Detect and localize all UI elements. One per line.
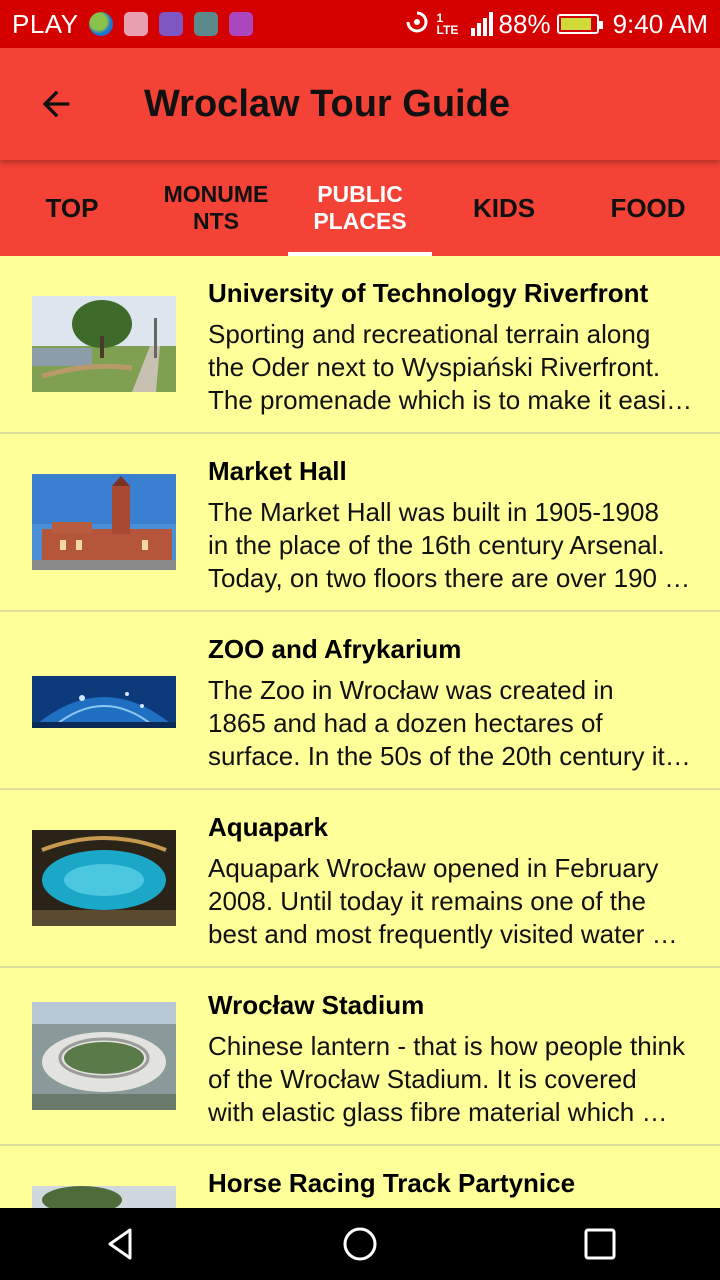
aquapark-pool-image <box>32 830 176 926</box>
list-item[interactable]: University of Technology Riverfront Spor… <box>0 256 720 434</box>
signal-strength-icon <box>470 12 493 36</box>
description-line: the Oder next to Wyspiański Riverfront. <box>208 352 661 382</box>
description-line: 1865 and had a dozen hectares of <box>208 708 603 738</box>
network-type-label: 1 LTE <box>436 11 459 37</box>
nav-back-button[interactable] <box>60 1208 180 1280</box>
globe-icon <box>88 12 113 36</box>
description-line: 2008. Until today it remains one of the <box>208 886 646 916</box>
description-line: The Market Hall was built in 1905-1908 <box>208 497 659 527</box>
back-button[interactable] <box>0 48 112 160</box>
place-description: Chinese lantern - that is how people thi… <box>208 1030 720 1129</box>
carrier-name: PLAY <box>12 8 79 39</box>
place-title: Horse Racing Track Partynice <box>208 1168 576 1198</box>
description-line: of the Wrocław Stadium. It is covered <box>208 1064 637 1094</box>
place-description: Aquapark Wrocław opened in February 2008… <box>208 852 720 951</box>
nav-home-button[interactable] <box>300 1208 420 1280</box>
tab-label: FOOD <box>610 192 686 223</box>
description-line: Sporting and recreational terrain along <box>208 319 651 349</box>
place-description: Sporting and recreational terrain along … <box>208 318 720 417</box>
racing-track-image <box>32 1186 176 1208</box>
list-item[interactable]: ZOO and Afrykarium The Zoo in Wrocław wa… <box>0 612 720 790</box>
aquarium-tunnel-image <box>32 676 176 728</box>
description-line: Chinese lantern - that is how people thi… <box>208 1031 685 1061</box>
tab-monuments[interactable]: MONUMENTS <box>144 160 288 256</box>
tab-kids[interactable]: KIDS <box>432 160 576 256</box>
tab-label: MONUMENTS <box>163 181 269 234</box>
tab-top[interactable]: TOP <box>0 160 144 256</box>
place-title: Aquapark <box>208 812 328 842</box>
list-item[interactable]: Aquapark Aquapark Wrocław opened in Febr… <box>0 790 720 968</box>
description-line: in the place of the 16th century Arsenal… <box>208 530 665 560</box>
place-title: ZOO and Afrykarium <box>208 634 462 664</box>
battery-percent: 88% <box>498 8 551 39</box>
tab-food[interactable]: FOOD <box>576 160 720 256</box>
tab-label: PUBLIC PLACES <box>313 181 407 234</box>
description-line: surface. In the 50s of the 20th century … <box>208 741 691 771</box>
arrow-back-icon <box>42 90 70 118</box>
description-line: The promenade which is to make it easi… <box>208 385 693 415</box>
mail-icon <box>123 12 148 36</box>
place-description: The Market Hall was built in 1905-1908 i… <box>208 496 720 595</box>
app-bar: Wroclaw Tour Guide <box>0 48 720 160</box>
stadium-aerial-image <box>32 1002 176 1110</box>
app-title: Wroclaw Tour Guide <box>144 82 510 125</box>
riverfront-park-image <box>32 296 176 392</box>
nav-recents-icon <box>584 1228 616 1260</box>
place-title: University of Technology Riverfront <box>208 278 649 308</box>
market-hall-image <box>32 474 176 570</box>
place-title: Market Hall <box>208 456 347 486</box>
gallery-icon <box>228 12 253 36</box>
battery-icon <box>556 14 603 34</box>
category-tabs: TOP MONUMENTS PUBLIC PLACES KIDS FOOD <box>0 160 720 256</box>
sync-app-icon <box>158 12 183 36</box>
nav-home-icon <box>343 1227 377 1261</box>
tab-label: KIDS <box>472 192 536 223</box>
place-title: Wrocław Stadium <box>208 990 425 1020</box>
notification-icons <box>88 12 253 36</box>
nav-back-icon <box>108 1228 132 1260</box>
places-list[interactable]: University of Technology Riverfront Spor… <box>0 256 720 1208</box>
tab-label: TOP <box>45 192 99 223</box>
description-line: Aquapark Wrocław opened in February <box>208 853 659 883</box>
description-line: with elastic glass fibre material which … <box>208 1097 668 1127</box>
tab-public-places[interactable]: PUBLIC PLACES <box>288 160 432 256</box>
description-line: Today, on two floors there are over 190 … <box>208 563 691 593</box>
place-description: The Zoo in Wrocław was created in 1865 a… <box>208 674 720 773</box>
status-indicators: 1 LTE 88% 9:40 AM <box>403 0 708 48</box>
status-bar: PLAY 1 LTE 88% 9:40 AM <box>0 0 720 48</box>
list-item[interactable]: Market Hall The Market Hall was built in… <box>0 434 720 612</box>
android-icon <box>193 12 218 36</box>
list-item[interactable]: Horse Racing Track Partynice <box>0 1146 720 1208</box>
description-line: best and most frequently visited water … <box>208 919 678 949</box>
list-item[interactable]: Wrocław Stadium Chinese lantern - that i… <box>0 968 720 1146</box>
clock: 9:40 AM <box>612 8 708 39</box>
description-line: The Zoo in Wrocław was created in <box>208 675 614 705</box>
nav-recents-button[interactable] <box>540 1208 660 1280</box>
hotspot-icon <box>403 9 431 40</box>
system-nav-bar <box>0 1208 720 1280</box>
